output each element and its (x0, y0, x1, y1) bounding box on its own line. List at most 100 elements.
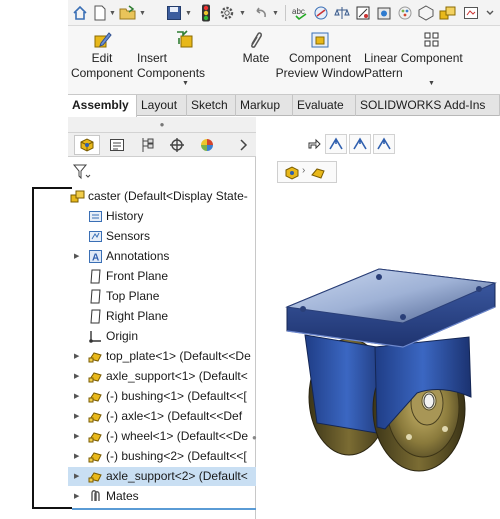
tree-item-label: top_plate<1> (Default<<De (106, 349, 251, 363)
tree-item-wheel-1[interactable]: ▶ (-) wheel<1> (Default<<De (68, 427, 256, 446)
rebuild-traffic-light-icon[interactable] (200, 4, 212, 22)
expand-arrow-icon[interactable]: ▶ (74, 367, 79, 386)
linear-pattern-dropdown-icon[interactable]: ▼ (428, 80, 435, 87)
insert-components-dropdown-icon[interactable]: ▼ (182, 80, 189, 87)
expand-arrow-icon[interactable]: ▶ (74, 427, 79, 446)
tree-item-axle-support-2[interactable]: ▶ axle_support<2> (Default< (68, 467, 256, 486)
spell-check-icon[interactable]: abc (292, 4, 310, 22)
home-icon[interactable] (72, 4, 88, 22)
options-dropdown-icon[interactable]: ▼ (239, 10, 246, 17)
tree-item-label: Mates (106, 489, 139, 503)
part-icon (88, 429, 103, 444)
insert-components-button[interactable]: Insert Components (137, 30, 233, 81)
tree-item-top-plane[interactable]: Top Plane (68, 287, 256, 306)
part-icon (88, 349, 103, 364)
expand-arrow-icon[interactable]: ▶ (74, 447, 79, 466)
save-icon[interactable] (166, 4, 182, 22)
breadcrumb-assembly-icon[interactable] (284, 165, 300, 184)
tree-item-label: Right Plane (106, 309, 169, 323)
expand-arrow-icon[interactable]: ▶ (74, 467, 79, 486)
part-icon (88, 369, 103, 384)
tree-item-annotations[interactable]: ▶ A Annotations (68, 247, 256, 266)
origin-icon (88, 329, 103, 344)
linear-pattern-icon (424, 32, 439, 47)
reference-geometry-icon[interactable] (355, 4, 371, 22)
tree-root-assembly[interactable]: caster (Default<Display State- (68, 187, 256, 206)
mates-icon (88, 489, 103, 504)
section-view-icon[interactable] (373, 134, 395, 154)
options-gear-icon[interactable] (219, 4, 235, 22)
breadcrumb-part-icon[interactable] (310, 165, 326, 184)
assembly-icon[interactable] (439, 4, 457, 22)
tree-item-label: (-) wheel<1> (Default<<De (106, 429, 249, 443)
measure-icon[interactable] (313, 4, 329, 22)
dimxpertmanager-icon[interactable] (164, 135, 190, 155)
tree-root-label: caster (Default<Display State- (88, 189, 248, 203)
callout-bracket-line (32, 187, 34, 509)
expand-arrow-icon[interactable]: ▶ (74, 387, 79, 406)
tab-sketch[interactable]: Sketch (187, 95, 236, 116)
command-manager-ribbon: Edit Component Insert Components ▼ Mate … (68, 26, 500, 94)
tree-item-label: Annotations (106, 249, 170, 263)
open-dropdown-icon[interactable]: ▼ (139, 10, 146, 17)
new-dropdown-icon[interactable]: ▼ (109, 10, 116, 17)
new-document-icon[interactable] (93, 4, 107, 22)
tree-rollback-bar[interactable] (72, 508, 256, 510)
mate-button[interactable]: Mate (236, 30, 276, 66)
tab-assembly[interactable]: Assembly (68, 95, 137, 117)
save-dropdown-icon[interactable]: ▼ (185, 10, 192, 17)
display-style-icon[interactable] (349, 134, 371, 154)
caster-3d-model[interactable] (257, 247, 500, 519)
tree-item-axle-support-1[interactable]: ▶ axle_support<1> (Default< (68, 367, 256, 386)
tab-solidworks-add-ins[interactable]: SOLIDWORKS Add-Ins (356, 95, 500, 116)
mate-label: Mate (242, 51, 270, 65)
tab-evaluate[interactable]: Evaluate (293, 95, 356, 116)
tree-item-bushing-1[interactable]: ▶ (-) bushing<1> (Default<<[ (68, 387, 256, 406)
view-orientation-icon[interactable] (325, 134, 347, 154)
tree-item-sensors[interactable]: Sensors (68, 227, 256, 246)
displaymanager-icon[interactable] (194, 135, 220, 155)
expand-arrow-icon[interactable]: ▶ (74, 247, 79, 266)
tree-item-top-plate[interactable]: ▶ top_plate<1> (Default<<De (68, 347, 256, 366)
part-icon (88, 469, 103, 484)
tree-item-label: axle_support<1> (Default< (106, 369, 248, 383)
featuremanager-icon[interactable] (74, 135, 100, 155)
graphics-area[interactable]: › (257, 117, 500, 519)
feature-tree: caster (Default<Display State- History S… (68, 187, 256, 510)
tree-item-history[interactable]: History (68, 207, 256, 226)
undo-icon[interactable] (253, 4, 269, 22)
mass-properties-icon[interactable] (334, 4, 350, 22)
tab-layout[interactable]: Layout (137, 95, 187, 116)
undo-dropdown-icon[interactable]: ▼ (272, 10, 279, 17)
chevron-right-icon[interactable] (230, 135, 256, 155)
tree-item-right-plane[interactable]: Right Plane (68, 307, 256, 326)
appearance-icon[interactable] (397, 4, 413, 22)
component-icon[interactable] (418, 4, 434, 22)
expand-arrow-icon[interactable]: ▶ (74, 407, 79, 426)
tree-item-mates[interactable]: ▶ Mates (68, 487, 256, 506)
command-tabs: Assembly Layout Sketch Markup Evaluate S… (68, 94, 500, 117)
component-preview-window-button[interactable]: Component Preview Window (276, 30, 364, 81)
tree-item-front-plane[interactable]: Front Plane (68, 267, 256, 286)
open-folder-icon[interactable] (119, 4, 137, 22)
expand-arrow-icon[interactable]: ▶ (74, 487, 79, 506)
assembly-root-icon (70, 189, 85, 204)
tree-item-label: History (106, 209, 144, 223)
linear-component-pattern-button[interactable]: Linear Component Pattern (364, 30, 500, 81)
tree-item-origin[interactable]: Origin (68, 327, 256, 346)
toolbox-icon[interactable] (376, 4, 392, 22)
edit-component-button[interactable]: Edit Component (70, 30, 134, 81)
tree-item-axle-1[interactable]: ▶ (-) axle<1> (Default<<Def (68, 407, 256, 426)
pane-splitter-handle[interactable]: ● (68, 117, 256, 133)
heads-up-arrow-icon[interactable] (305, 134, 323, 154)
expand-arrow-icon[interactable]: ▶ (74, 347, 79, 366)
configurationmanager-icon[interactable] (134, 135, 160, 155)
more-options-icon[interactable] (484, 4, 496, 22)
tab-markup[interactable]: Markup (236, 95, 293, 116)
tree-filter-row (68, 162, 256, 182)
tree-item-bushing-2[interactable]: ▶ (-) bushing<2> (Default<<[ (68, 447, 256, 466)
propertymanager-icon[interactable] (104, 135, 130, 155)
linear-component-pattern-label: Linear Component Pattern (364, 51, 463, 80)
filter-funnel-icon[interactable] (72, 163, 92, 181)
drawing-icon[interactable] (463, 4, 479, 22)
